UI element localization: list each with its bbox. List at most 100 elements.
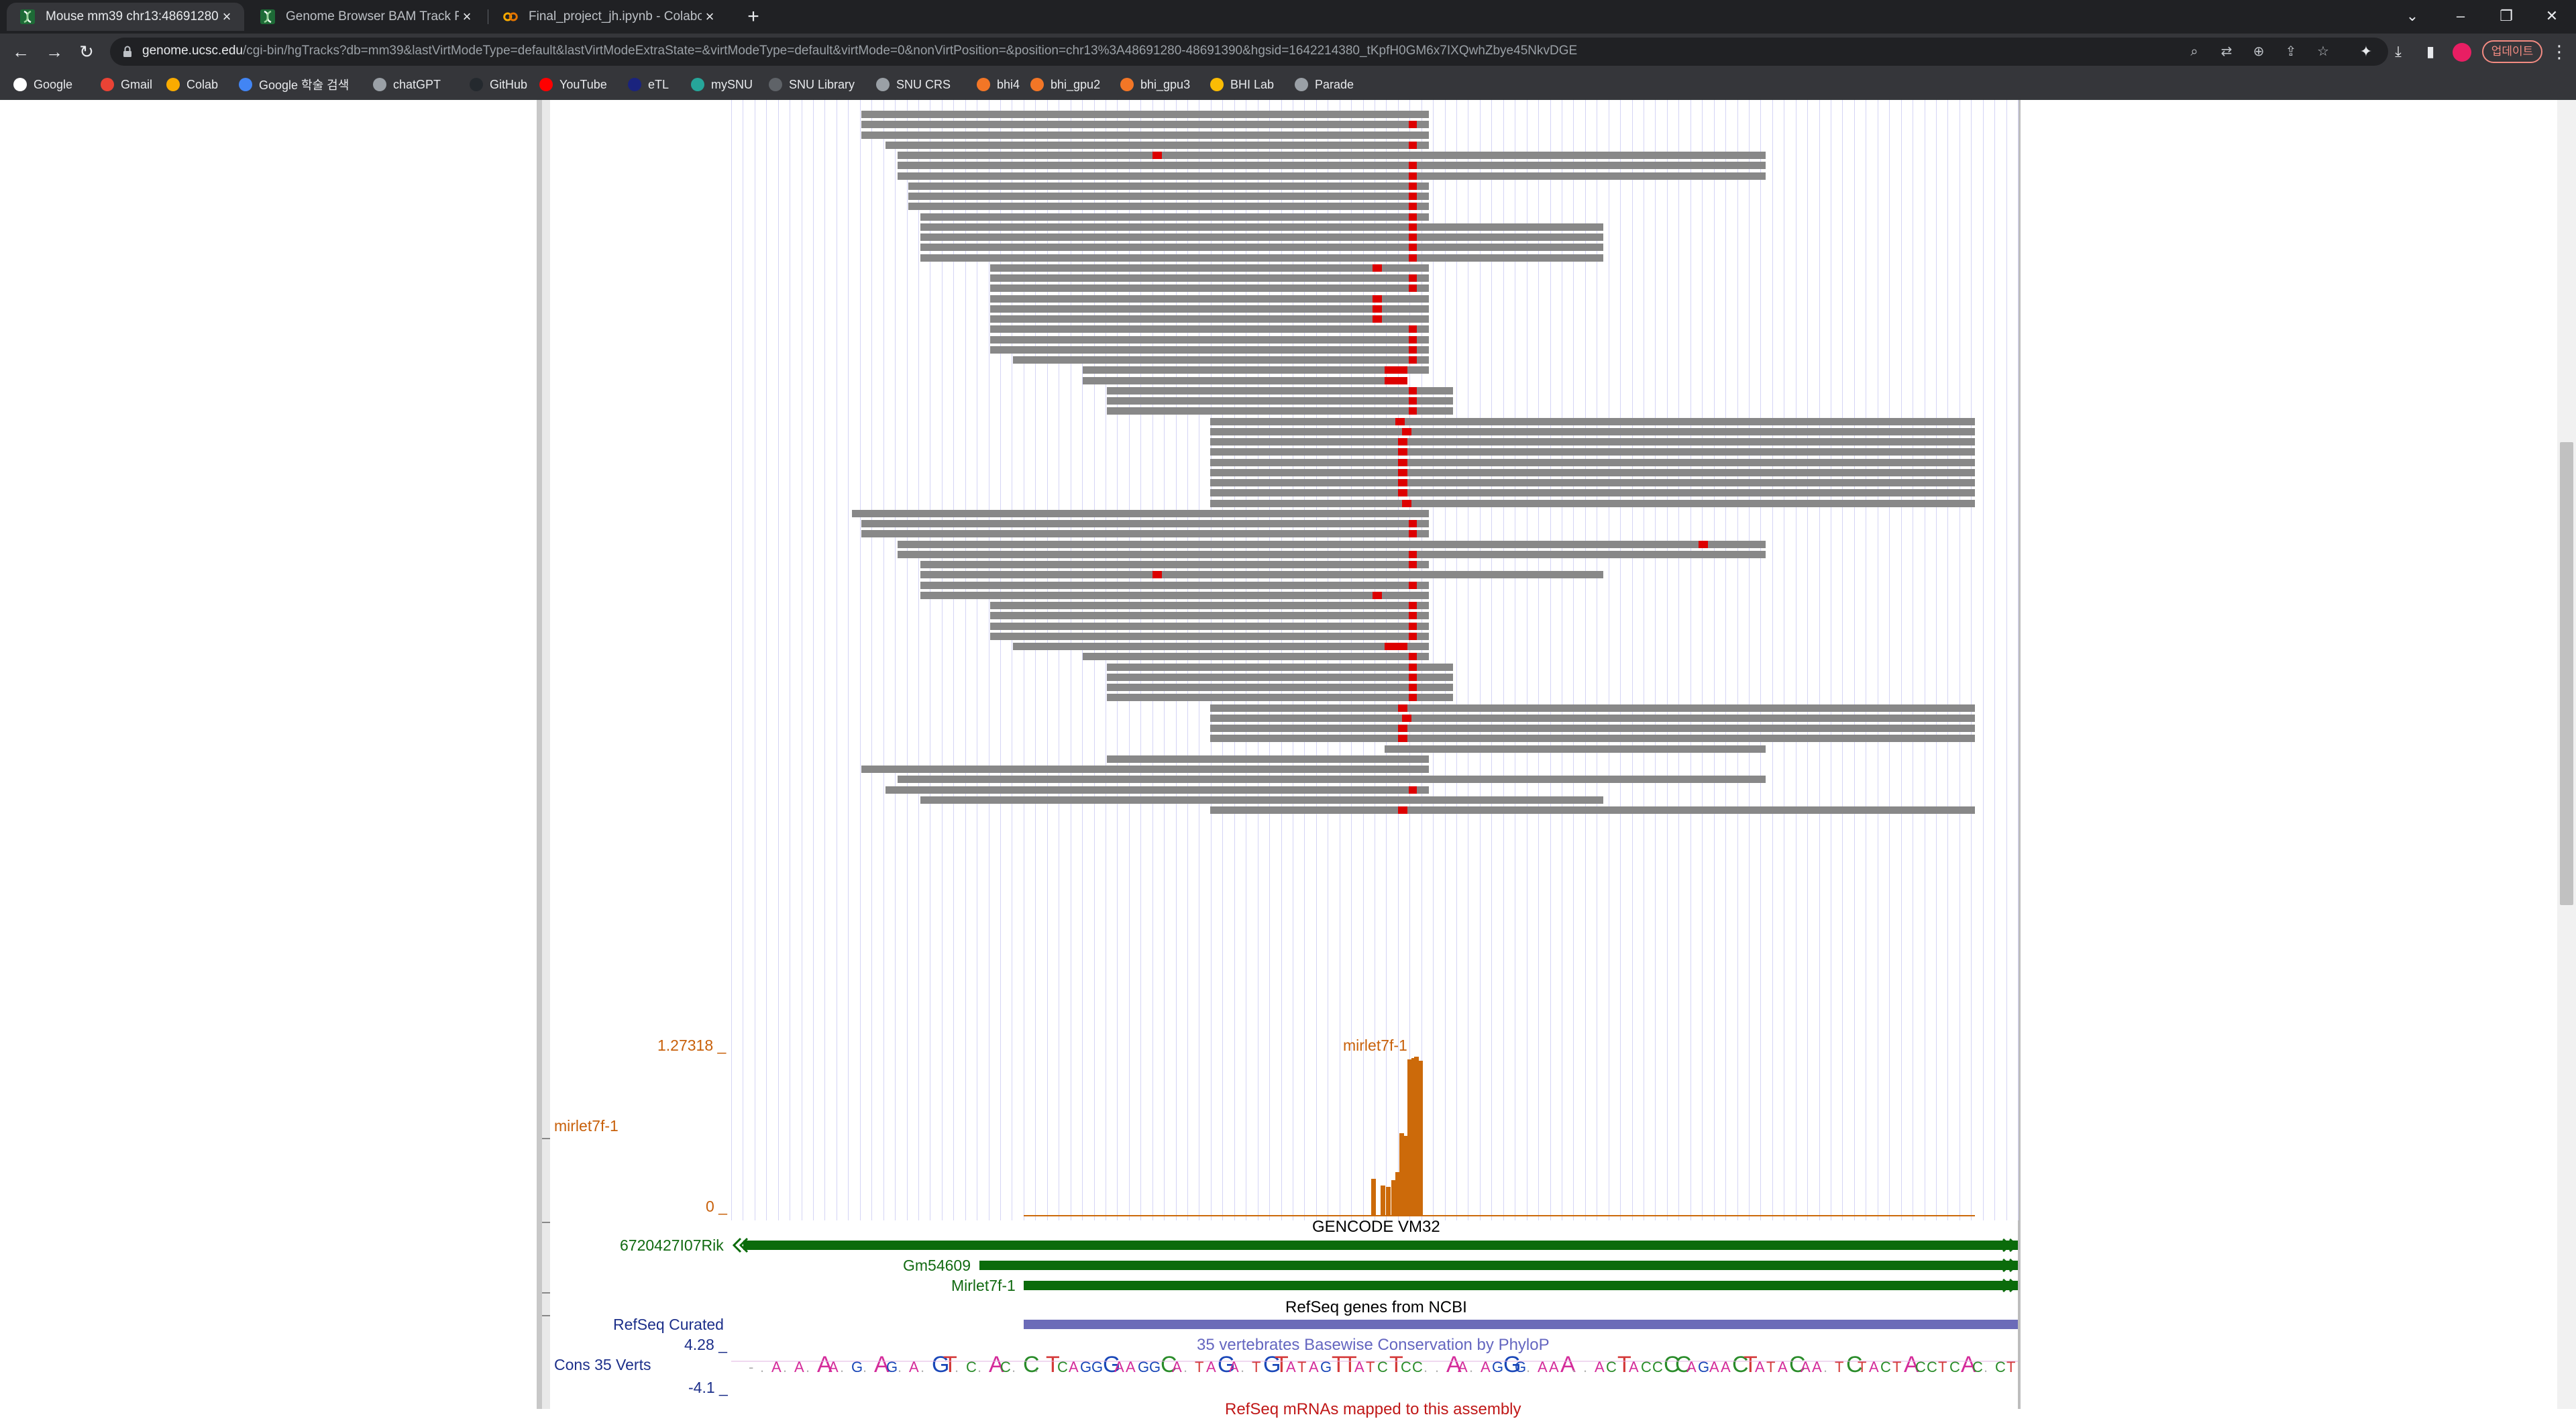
close-icon[interactable]: ×: [219, 8, 235, 25]
mismatch-mark: [1402, 715, 1411, 722]
mismatch-mark: [1409, 786, 1417, 794]
aligned-read: [990, 264, 1429, 272]
gene-label-Gm54609[interactable]: Gm54609: [903, 1257, 971, 1275]
close-icon[interactable]: ×: [459, 8, 475, 25]
close-icon[interactable]: ×: [702, 8, 718, 25]
close-window-button[interactable]: ✕: [2538, 4, 2565, 28]
bookmark-snu-library[interactable]: SNU Library: [769, 75, 855, 94]
mismatch-mark: [1409, 284, 1417, 292]
tab-mouse-mm39[interactable]: Mouse mm39 chr13:48691280- ×: [7, 3, 244, 31]
extensions-icon[interactable]: ✦: [2356, 42, 2376, 62]
browser-toolbar: ← → ↻ genome.ucsc.edu/cgi-bin/hgTracks?d…: [0, 34, 2576, 70]
bookmark-bhi-gpu3[interactable]: bhi_gpu3: [1120, 75, 1190, 94]
bookmark-etl[interactable]: eTL: [628, 75, 669, 94]
new-tab-button[interactable]: +: [742, 6, 765, 29]
tab-search-icon[interactable]: ⌄: [2399, 4, 2426, 28]
mismatch-mark: [1398, 806, 1407, 814]
track-image[interactable]: -. A. A. AA. G. AG. A. GT. C. AC. C. TC A G G GA A G G CA. T…: [0, 100, 2576, 1409]
tab-genome-browser-bam[interactable]: Genome Browser BAM Track Fo ×: [247, 3, 484, 31]
aligned-read: [1210, 448, 1975, 456]
etl-icon: [628, 78, 641, 91]
bookmark-chatgpt[interactable]: chatGPT: [373, 75, 441, 94]
bookmark-label: GitHub: [490, 77, 528, 91]
bookmark-bhi4[interactable]: bhi4: [977, 75, 1020, 94]
bookmark-label: Colab: [186, 77, 219, 91]
refseq-track-title: RefSeq genes from NCBI: [1285, 1298, 1467, 1316]
share-icon[interactable]: ⇪: [2282, 43, 2300, 60]
forward-icon[interactable]: →: [43, 40, 66, 63]
bookmark-label: Parade: [1315, 77, 1354, 91]
gene-label-Mirlet7f-1[interactable]: Mirlet7f-1: [951, 1277, 1016, 1295]
aligned-read: [920, 796, 1603, 804]
mysnu-icon: [691, 78, 704, 91]
tab-title: Final_project_jh.ipynb - Colabo: [529, 9, 702, 23]
bookmark-parade[interactable]: Parade: [1295, 75, 1354, 94]
gene-label-6720427I07Rik[interactable]: 6720427I07Rik: [620, 1237, 724, 1255]
gene-body-6720427I07Rik: [743, 1241, 2018, 1250]
mismatch-mark: [1409, 664, 1417, 671]
address-bar[interactable]: genome.ucsc.edu/cgi-bin/hgTracks?db=mm39…: [110, 38, 2388, 66]
refseq-track-label[interactable]: RefSeq Curated: [613, 1316, 724, 1334]
chatgpt-icon: [373, 78, 386, 91]
aligned-read: [1210, 479, 1975, 486]
bookmark-label: chatGPT: [393, 77, 441, 91]
bookmark-star-icon[interactable]: ☆: [2314, 43, 2332, 60]
signal-track-name[interactable]: mirlet7f-1: [554, 1117, 619, 1135]
restore-button[interactable]: ❐: [2493, 4, 2520, 28]
aligned-read: [920, 582, 1429, 589]
bookmark-github[interactable]: GitHub: [470, 75, 527, 94]
download-icon[interactable]: ⤓: [2388, 42, 2408, 62]
mismatch-mark: [1152, 152, 1162, 159]
mismatch-mark: [1409, 162, 1417, 169]
profile-avatar[interactable]: [2453, 43, 2471, 62]
translate-icon[interactable]: ⇄: [2218, 43, 2235, 60]
side-panel-icon[interactable]: ▮: [2420, 42, 2440, 62]
aligned-read: [1107, 397, 1453, 405]
signal-bar: [1381, 1186, 1385, 1216]
bookmark-snu-crs[interactable]: SNU CRS: [876, 75, 951, 94]
bookmark-label: SNU Library: [789, 77, 855, 91]
bookmark-colab[interactable]: Colab: [166, 75, 218, 94]
conservation-track-label[interactable]: Cons 35 Verts: [554, 1356, 651, 1374]
gencode-track-title: GENCODE VM32: [1312, 1218, 1440, 1236]
mismatch-mark: [1395, 418, 1405, 425]
aligned-read: [990, 633, 1429, 640]
mismatch-mark: [1409, 254, 1417, 262]
bookmark-google-[interactable]: Google 학술 검색: [239, 75, 349, 94]
aligned-read: [990, 315, 1429, 323]
mismatch-mark: [1409, 653, 1417, 660]
lock-icon[interactable]: [121, 45, 134, 58]
aligned-read: [1107, 694, 1453, 701]
mismatch-mark: [1409, 407, 1417, 415]
bookmark-bhi-gpu2[interactable]: bhi_gpu2: [1030, 75, 1100, 94]
gene-body-Mirlet7f-1: [1024, 1281, 2018, 1290]
search-icon[interactable]: ⌕: [2186, 43, 2203, 60]
bookmark-mysnu[interactable]: mySNU: [691, 75, 753, 94]
mismatch-mark: [1409, 694, 1417, 701]
mismatch-mark: [1398, 438, 1407, 445]
bookmark-label: BHI Lab: [1230, 77, 1275, 91]
signal-min-label: 0 _: [706, 1198, 727, 1215]
gene-body-Gm54609: [979, 1261, 2018, 1270]
menu-icon[interactable]: ⋮: [2549, 42, 2569, 62]
bookmark-google[interactable]: Google: [13, 75, 72, 94]
mismatch-mark: [1409, 233, 1417, 241]
bookmark-gmail[interactable]: Gmail: [101, 75, 152, 94]
bookmark-bhi-lab[interactable]: BHI Lab: [1210, 75, 1274, 94]
tab-colab-notebook[interactable]: Final_project_jh.ipynb - Colabo ×: [490, 3, 727, 31]
github-icon: [470, 78, 483, 91]
aligned-read: [920, 233, 1603, 241]
back-icon[interactable]: ←: [9, 40, 32, 63]
jupyter-icon: [1120, 78, 1134, 91]
tab-strip: Mouse mm39 chr13:48691280- × Genome Brow…: [0, 0, 2576, 34]
mismatch-mark: [1409, 551, 1417, 558]
aligned-read: [1210, 735, 1975, 742]
mismatch-mark: [1373, 295, 1382, 303]
mismatch-mark: [1409, 346, 1417, 354]
zoom-icon[interactable]: ⊕: [2250, 43, 2267, 60]
update-button[interactable]: 업데이트: [2482, 40, 2542, 63]
minimize-button[interactable]: –: [2447, 4, 2474, 28]
reload-icon[interactable]: ↻: [75, 40, 98, 63]
bookmark-youtube[interactable]: YouTube: [539, 75, 607, 94]
aligned-read: [898, 776, 1766, 783]
